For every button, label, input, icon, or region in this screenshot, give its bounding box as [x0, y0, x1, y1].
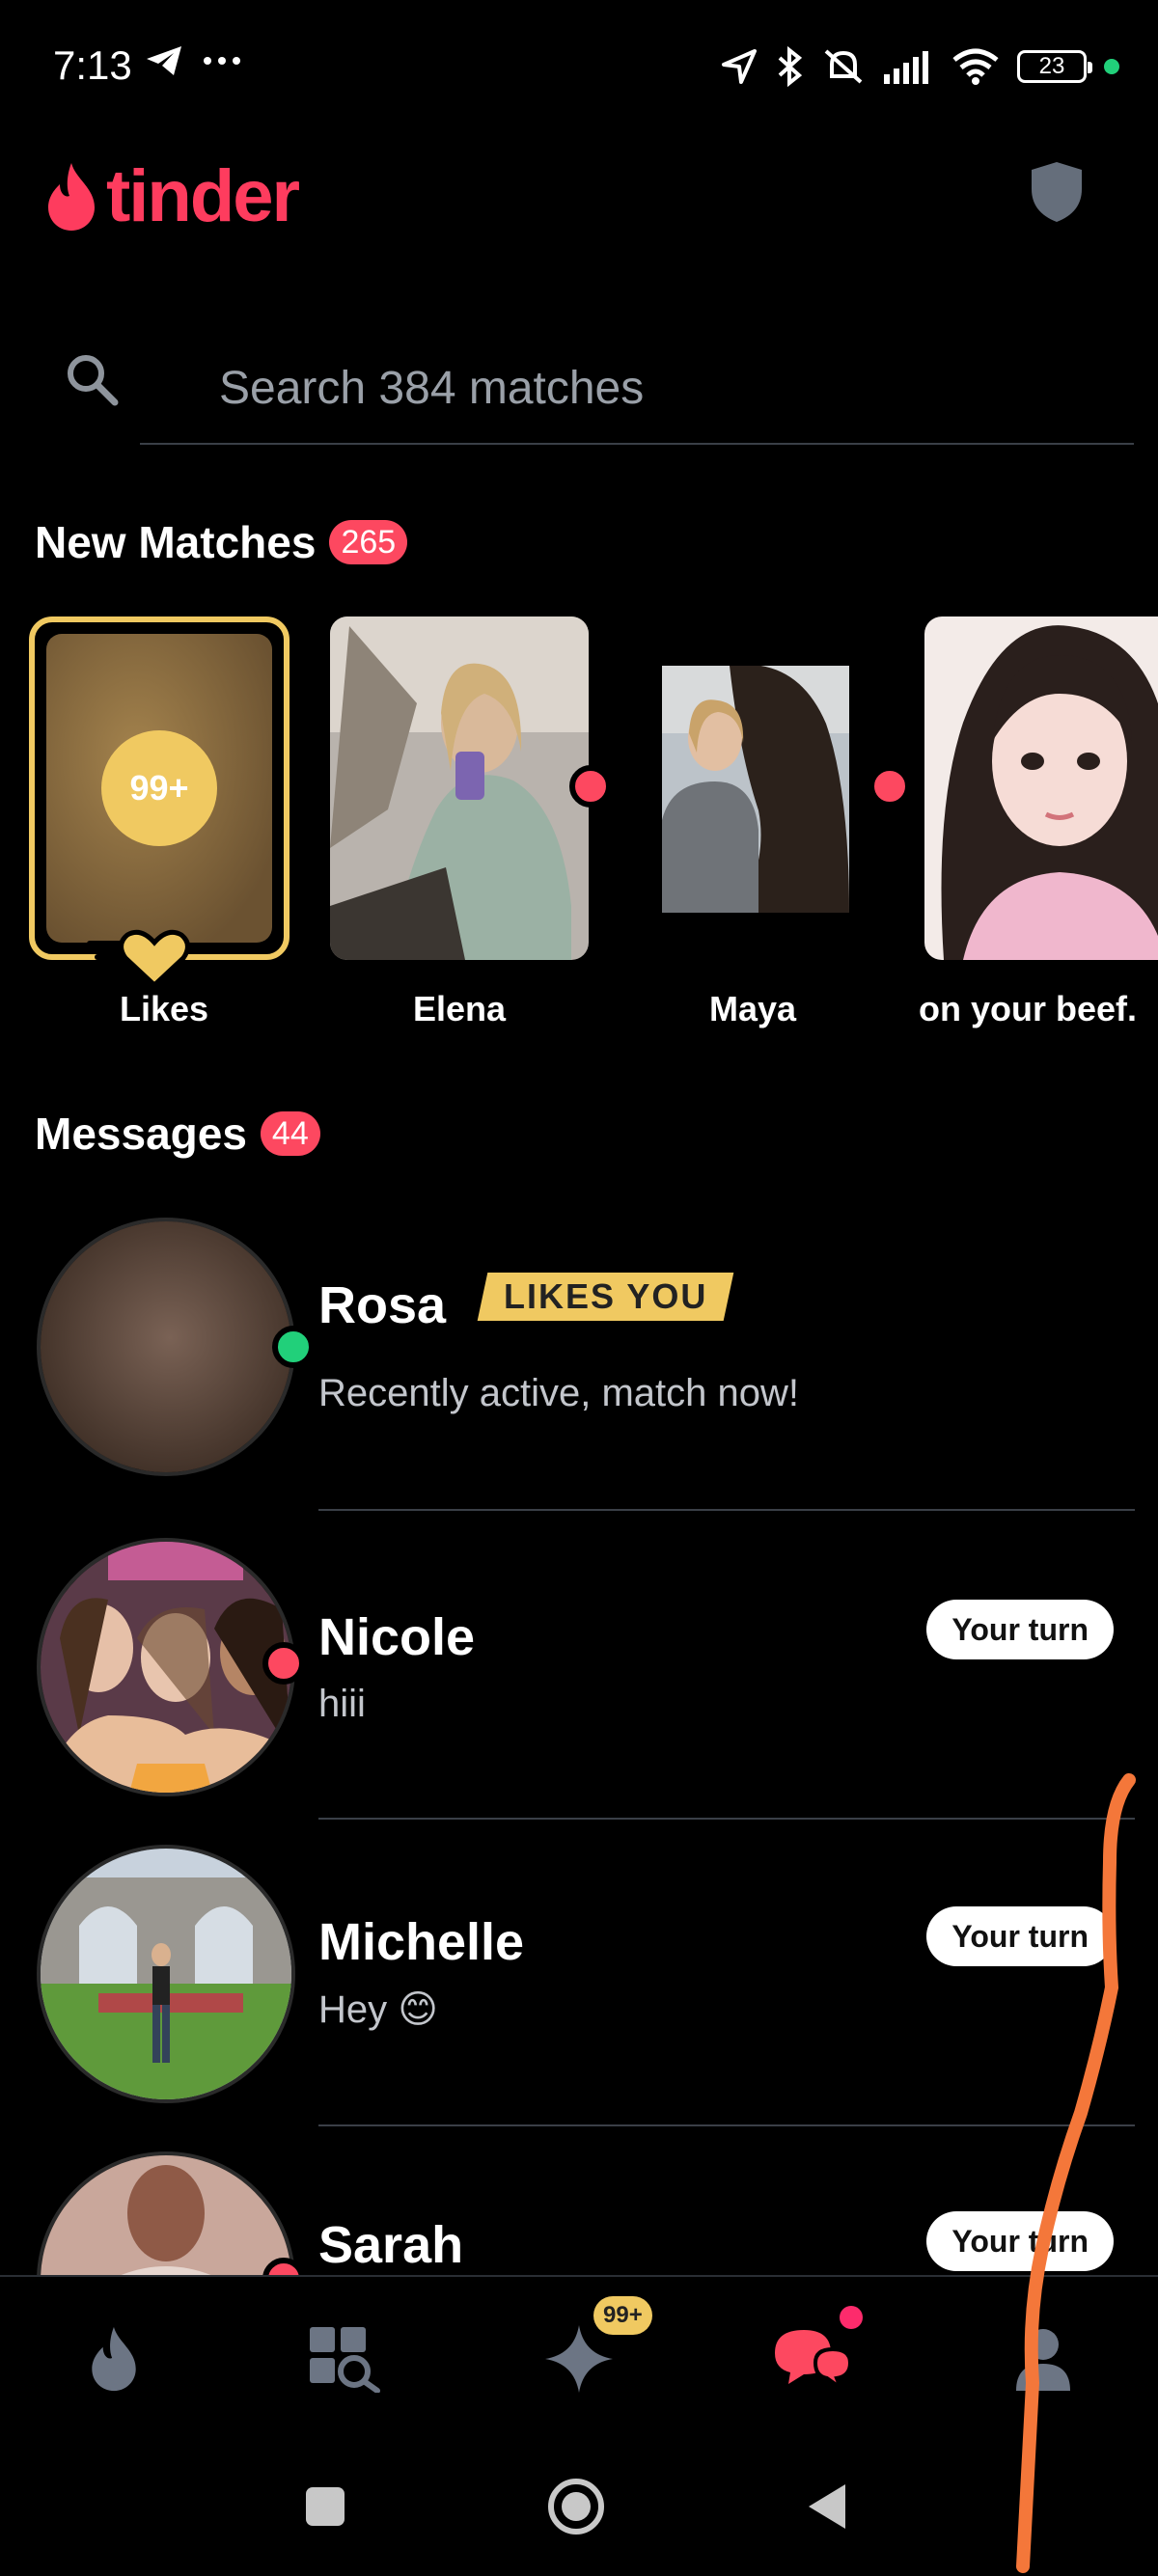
likes-card-blurred-preview: 99+ [46, 634, 272, 943]
messages-count-badge: 44 [260, 1111, 320, 1156]
on-your-beef-photo [924, 617, 1158, 960]
divider [318, 2124, 1135, 2126]
telegram-icon [147, 46, 181, 75]
flame-icon [92, 2326, 136, 2392]
michelle-avatar-photo [41, 1849, 291, 2099]
your-turn-pill: Your turn [926, 1906, 1114, 1966]
message-row-sarah[interactable]: Sarah Your turn [0, 2151, 1158, 2275]
match-name-on-your-beef: on your beef. [919, 989, 1138, 1028]
bluetooth-icon [778, 46, 803, 87]
message-preview: hiii [318, 1683, 366, 1725]
privacy-indicator-dot [1104, 59, 1119, 74]
explore-grid-icon [310, 2327, 380, 2393]
new-match-dot [868, 765, 911, 808]
sarah-avatar-photo [41, 2155, 291, 2275]
explore-tab[interactable] [301, 2316, 388, 2402]
swipe-tab[interactable] [70, 2316, 157, 2402]
avatar [37, 2151, 295, 2275]
messages-header: Messages 44 [35, 1108, 320, 1160]
contact-name: Michelle [318, 1913, 525, 1971]
avatar [37, 1218, 295, 1476]
search-input[interactable] [140, 333, 1134, 445]
messages-tab[interactable] [767, 2316, 854, 2402]
flame-icon [48, 162, 95, 231]
status-time: 7:13 [53, 42, 132, 88]
tinder-logo: tinder [42, 154, 300, 238]
new-matches-title: New Matches [35, 517, 317, 567]
sparkle-icon [545, 2325, 613, 2393]
recents-icon[interactable] [304, 2485, 346, 2528]
new-matches-header: New Matches 265 [35, 516, 408, 568]
contact-name: Sarah [318, 2216, 464, 2274]
status-bar: 7:13 23 [0, 0, 1158, 140]
elena-photo [330, 617, 589, 960]
back-icon[interactable] [805, 2482, 849, 2531]
likes-count-badge: 99+ [101, 730, 217, 846]
silent-icon [824, 49, 863, 84]
match-card-on-your-beef[interactable] [924, 617, 1158, 960]
match-name-elena: Elena [412, 989, 507, 1028]
chat-bubbles-icon [775, 2330, 852, 2394]
likes-label: Likes [119, 989, 209, 1028]
rosa-blurred-avatar [41, 1221, 291, 1472]
search-icon [68, 355, 119, 406]
message-preview: Recently active, match now! [318, 1372, 799, 1414]
your-turn-pill: Your turn [926, 1600, 1114, 1659]
profile-icon [1016, 2329, 1070, 2391]
gold-count-badge: 99+ [593, 2296, 652, 2335]
avatar [37, 1845, 295, 2103]
new-matches-carousel[interactable]: 99+ Likes Elena Maya on your beef. [0, 613, 1158, 1037]
unread-dot [840, 2306, 863, 2329]
bottom-tab-bar: 99+ [0, 2275, 1158, 2444]
contact-name: Rosa [318, 1276, 447, 1334]
message-row-rosa[interactable]: Rosa LIKES YOU Recently active, match no… [0, 1218, 1158, 1511]
safety-shield-icon[interactable] [1028, 160, 1086, 224]
home-icon[interactable] [546, 2477, 606, 2536]
likes-you-tag: LIKES YOU [477, 1273, 734, 1321]
battery-indicator: 23 [1017, 50, 1092, 83]
avatar [37, 1538, 295, 1796]
system-navigation-bar [0, 2444, 1158, 2576]
likes-card[interactable]: 99+ [29, 617, 290, 960]
message-row-nicole[interactable]: Nicole hiii Your turn [0, 1538, 1158, 1827]
message-preview: Hey 😊 [318, 1988, 438, 2031]
nicole-avatar-photo [41, 1542, 291, 1793]
more-notifications-icon [204, 57, 240, 65]
online-status-dot [272, 1326, 315, 1368]
search-bar [58, 333, 1134, 447]
new-message-dot [262, 1642, 305, 1685]
new-matches-count-badge: 265 [329, 520, 408, 564]
wifi-icon [952, 48, 999, 85]
gold-heart-icon [87, 929, 190, 989]
match-card-elena[interactable] [330, 617, 589, 960]
divider [318, 1818, 1135, 1820]
message-row-michelle[interactable]: Michelle Hey 😊 Your turn [0, 1845, 1158, 2134]
location-icon [722, 49, 757, 84]
signal-icon [884, 51, 928, 84]
brand-name: tinder [106, 155, 300, 237]
divider [318, 1509, 1135, 1511]
maya-photo [662, 666, 849, 913]
profile-tab[interactable] [1000, 2316, 1087, 2402]
contact-name: Nicole [318, 1608, 476, 1666]
match-card-maya[interactable] [662, 666, 849, 913]
messages-title: Messages [35, 1109, 247, 1159]
new-match-dot [569, 765, 612, 808]
match-name-maya: Maya [708, 989, 797, 1028]
app-header: tinder [0, 145, 1158, 251]
your-turn-pill: Your turn [926, 2211, 1114, 2271]
